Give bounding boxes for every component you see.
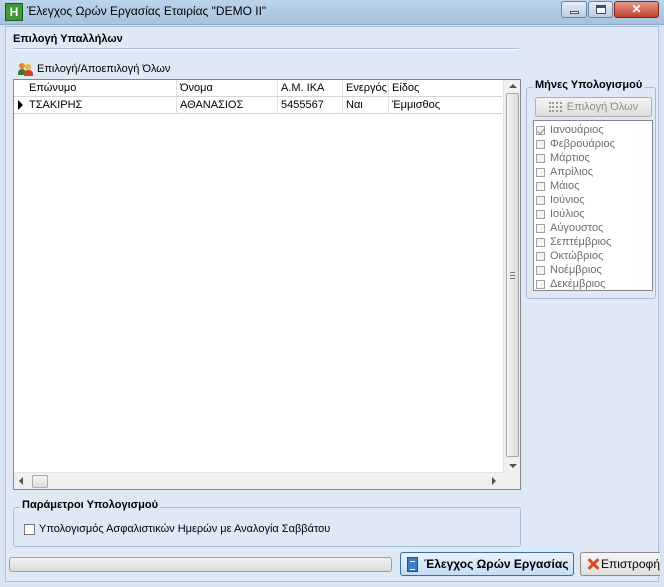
month-item[interactable]: Δεκέμβριος: [536, 277, 605, 291]
title-bar[interactable]: H Έλεγχος Ωρών Εργασίας Εταιρίας "DEMO I…: [0, 0, 664, 25]
scrollbar-corner: [503, 472, 520, 489]
scroll-down-icon[interactable]: [509, 464, 517, 468]
month-item[interactable]: Φεβρουάριος: [536, 137, 615, 151]
close-button[interactable]: ✕: [614, 1, 659, 18]
parameters-section-title: Παράμετροι Υπολογισμού: [20, 499, 160, 511]
client-area: Επιλογή Υπαλλήλων Επιλογή/Αποεπιλογή Όλω…: [5, 26, 660, 582]
month-checkbox[interactable]: [536, 265, 545, 275]
months-panel: Μήνες Υπολογισμού Επιλογή Όλων Ιανουάριο…: [526, 77, 656, 299]
app-icon: H: [5, 3, 23, 21]
month-label: Απρίλιος: [550, 166, 593, 178]
month-checkbox[interactable]: [536, 251, 545, 261]
grid-horizontal-scrollbar[interactable]: [14, 472, 503, 489]
maximize-button[interactable]: [588, 1, 613, 18]
scroll-right-icon[interactable]: [492, 477, 496, 485]
month-label: Μάρτιος: [550, 152, 590, 164]
check-working-hours-label: Έλεγχος Ωρών Εργασίας: [424, 557, 569, 571]
month-checkbox[interactable]: [536, 153, 545, 163]
current-row-arrow-icon: [18, 100, 23, 110]
month-label: Οκτώβριος: [550, 250, 604, 262]
month-label: Δεκέμβριος: [550, 278, 606, 290]
return-button-label: Επιστροφή: [600, 557, 660, 571]
cell-active[interactable]: Ναι: [342, 97, 388, 113]
month-label: Ιανουάριος: [550, 124, 604, 136]
month-checkbox[interactable]: [536, 279, 545, 289]
scroll-left-icon[interactable]: [19, 477, 23, 485]
grid-header: Επώνυμο Όνομα Α.Μ. ΙΚΑ Ενεργός Είδος: [14, 80, 502, 97]
select-all-months-button[interactable]: Επιλογή Όλων: [535, 97, 652, 117]
month-item[interactable]: Οκτώβριος: [536, 249, 603, 263]
select-all-months-label: Επιλογή Όλων: [566, 101, 639, 113]
section-divider: [13, 48, 519, 50]
close-icon: ✕: [631, 2, 642, 16]
check-working-hours-button[interactable]: Έλεγχος Ωρών Εργασίας: [400, 552, 574, 576]
month-label: Μάιος: [550, 180, 580, 192]
document-icon: [407, 556, 418, 572]
column-header-ika[interactable]: Α.Μ. ΙΚΑ: [277, 80, 342, 96]
scroll-up-icon[interactable]: [509, 84, 517, 88]
month-checkbox[interactable]: [536, 237, 545, 247]
progress-bar: [9, 557, 392, 572]
cell-surname[interactable]: ΤΣΑΚΙΡΗΣ: [26, 97, 176, 113]
month-checkbox[interactable]: [536, 223, 545, 233]
toggle-all-employees-label: Επιλογή/Αποεπιλογή Όλων: [37, 63, 171, 75]
months-section-title: Μήνες Υπολογισμού: [533, 79, 645, 91]
month-label: Ιούλιος: [550, 208, 585, 220]
month-checkbox[interactable]: [536, 167, 545, 177]
month-item[interactable]: Μάρτιος: [536, 151, 590, 165]
column-header-surname[interactable]: Επώνυμο: [26, 80, 176, 96]
month-checkbox[interactable]: [536, 195, 545, 205]
minimize-button[interactable]: [561, 1, 587, 18]
cell-type[interactable]: Έμμισθος: [388, 97, 502, 113]
month-label: Σεπτέμβριος: [550, 236, 612, 248]
list-icon: [548, 102, 562, 112]
month-checkbox[interactable]: [536, 181, 545, 191]
maximize-icon: [596, 5, 606, 14]
month-label: Ιούνιος: [550, 194, 585, 206]
cell-name[interactable]: ΑΘΑΝΑΣΙΟΣ: [176, 97, 277, 113]
column-header-name[interactable]: Όνομα: [176, 80, 277, 96]
month-item[interactable]: Μάιος: [536, 179, 579, 193]
month-item[interactable]: Απρίλιος: [536, 165, 593, 179]
column-header-active[interactable]: Ενεργός: [342, 80, 388, 96]
cell-ika[interactable]: 5455567: [277, 97, 342, 113]
employees-section-title: Επιλογή Υπαλλήλων: [13, 33, 123, 45]
grid-vertical-scrollbar[interactable]: [503, 80, 520, 472]
toggle-all-employees-button[interactable]: Επιλογή/Αποεπιλογή Όλων: [18, 61, 170, 77]
close-x-icon: [586, 557, 597, 571]
months-checklist[interactable]: Ιανουάριος Φεβρουάριος Μάρτιος Απρίλιος Μάιο…: [533, 120, 653, 291]
grid-vertical-scroll-thumb[interactable]: [506, 93, 519, 457]
month-label: Αύγουστος: [550, 222, 604, 234]
month-checkbox[interactable]: [536, 209, 545, 219]
minimize-icon: [570, 11, 579, 14]
month-item[interactable]: Ιούνιος: [536, 193, 585, 207]
month-checkbox[interactable]: [536, 125, 545, 135]
saturday-ratio-label: Υπολογισμός Ασφαλιστικών Ημερών με Αναλο…: [39, 523, 331, 535]
month-item[interactable]: Ιούλιος: [536, 207, 585, 221]
month-item[interactable]: Νοέμβριος: [536, 263, 602, 277]
grid-horizontal-scroll-thumb[interactable]: [32, 475, 48, 488]
return-button[interactable]: Επιστροφή: [580, 552, 660, 576]
saturday-ratio-checkbox-box[interactable]: [24, 523, 35, 535]
users-icon: [18, 62, 34, 76]
month-item[interactable]: Σεπτέμβριος: [536, 235, 611, 249]
column-header-type[interactable]: Είδος: [388, 80, 502, 96]
table-row[interactable]: ΤΣΑΚΙΡΗΣ ΑΘΑΝΑΣΙΟΣ 5455567 Ναι Έμμισθος: [14, 97, 502, 114]
employees-grid[interactable]: Επώνυμο Όνομα Α.Μ. ΙΚΑ Ενεργός Είδος ΤΣΑ…: [13, 79, 521, 490]
month-checkbox[interactable]: [536, 139, 545, 149]
month-label: Φεβρουάριος: [550, 138, 615, 150]
month-item[interactable]: Αύγουστος: [536, 221, 603, 235]
window-title: Έλεγχος Ωρών Εργασίας Εταιρίας "DEMO II": [27, 4, 267, 18]
saturday-ratio-checkbox[interactable]: Υπολογισμός Ασφαλιστικών Ημερών με Αναλο…: [24, 523, 330, 535]
month-item[interactable]: Ιανουάριος: [536, 123, 604, 137]
month-label: Νοέμβριος: [550, 264, 602, 276]
row-indicator: [14, 97, 26, 113]
